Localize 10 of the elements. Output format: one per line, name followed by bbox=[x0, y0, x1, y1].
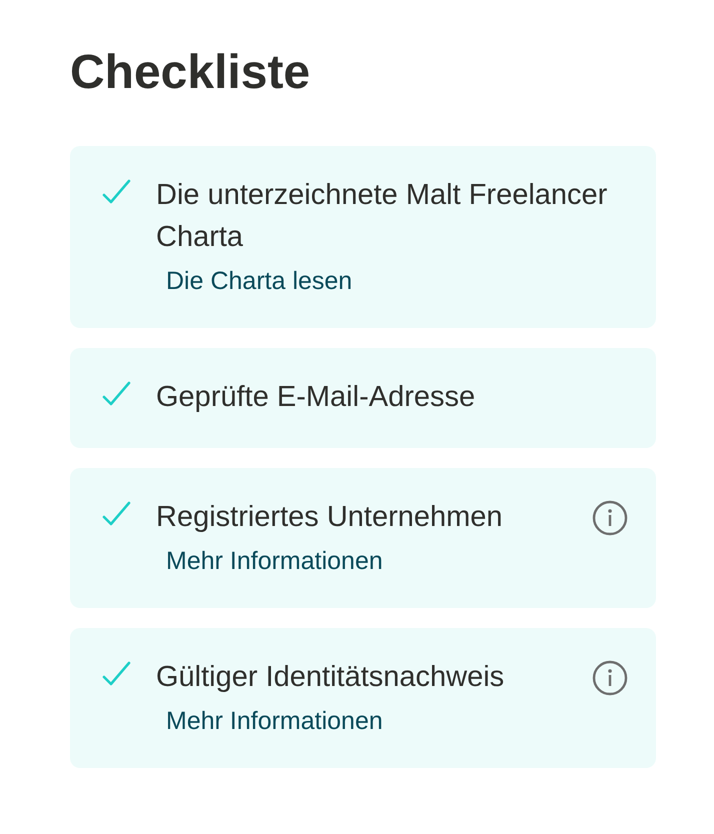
info-link[interactable]: Mehr Informationen bbox=[166, 704, 383, 738]
checklist-item-label: Gültiger Identitätsnachweis bbox=[156, 660, 506, 695]
info-icon[interactable] bbox=[592, 660, 628, 696]
checklist-item-label: Registriertes Unternehmen bbox=[156, 500, 504, 535]
info-link[interactable]: Mehr Informationen bbox=[166, 544, 383, 578]
checklist-title: Checkliste bbox=[70, 45, 312, 101]
checklist-item-label: Die unterzeichnete Malt Freelancer Charta bbox=[156, 178, 608, 255]
checklist-item-label: Geprüfte E-Mail-Adresse bbox=[156, 380, 476, 415]
info-icon[interactable] bbox=[592, 500, 628, 536]
info-link[interactable]: Die Charta lesen bbox=[166, 264, 352, 298]
